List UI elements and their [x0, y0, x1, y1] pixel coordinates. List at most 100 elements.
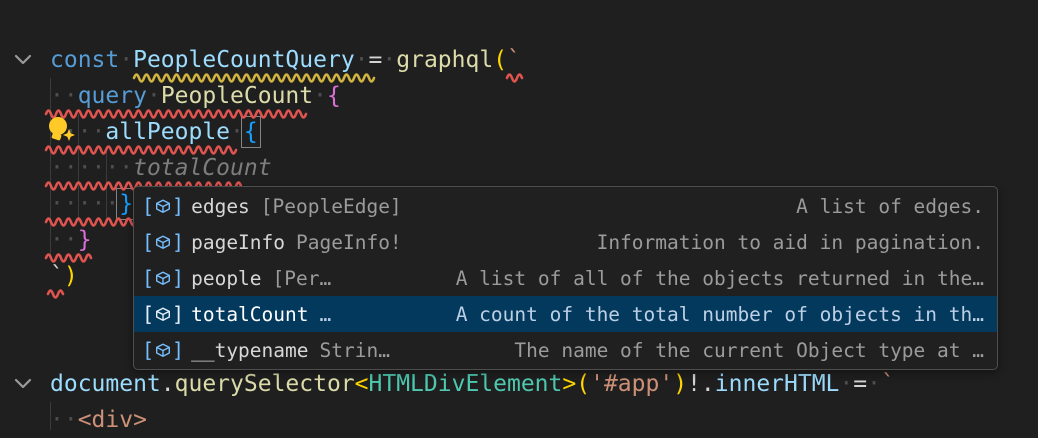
- cube-glyph: [155, 235, 171, 250]
- line-backtick-paren[interactable]: `): [50, 258, 78, 294]
- suggestion-type: Strin…: [320, 339, 390, 362]
- line-close-brace-outer[interactable]: ··}: [50, 222, 92, 258]
- code-token: querySelector: [175, 371, 355, 397]
- code-token: allPeople: [105, 119, 230, 145]
- code-token: `: [507, 47, 521, 73]
- code-token: from: [313, 0, 368, 1]
- code-token: ): [64, 263, 78, 289]
- code-token: ·····: [50, 191, 119, 217]
- code-token: {: [147, 0, 161, 1]
- code-token: import: [50, 0, 133, 1]
- suggestion-detail: A list of all of the objects returned in…: [456, 267, 984, 290]
- line-import-clipped[interactable]: import·{·graphql·}·from·'./gql/graphql': [50, 0, 590, 6]
- code-token: ·: [867, 371, 881, 397]
- fold-chevron-icon[interactable]: [14, 378, 32, 390]
- suggestion-type: PageInfo!: [296, 231, 402, 254]
- suggestion-label: totalCount: [191, 303, 308, 326]
- code-token: const: [50, 47, 119, 73]
- line-div-clipped[interactable]: ··<div>: [50, 402, 147, 438]
- suggestion-detail: Information to aid in pagination.: [597, 231, 984, 254]
- code-token: ·: [272, 0, 286, 1]
- field-icon: []: [142, 196, 184, 216]
- suggestion-type: [Per…: [273, 267, 332, 290]
- line-query-peoplecount[interactable]: ··query·PeopleCount·{: [50, 78, 341, 114]
- code-token: ······: [50, 155, 133, 181]
- code-token: '#app': [590, 371, 673, 397]
- code-token: >: [562, 371, 576, 397]
- code-token: <div>: [78, 407, 147, 433]
- code-token: ·: [133, 0, 147, 1]
- suggestion-label: pageInfo: [191, 231, 285, 254]
- code-token: ··: [50, 407, 78, 433]
- code-token: ·: [147, 83, 161, 109]
- code-token: {: [327, 83, 341, 109]
- suggestion-item-edges[interactable]: [] edges [PeopleEdge] A list of edges.: [134, 188, 997, 224]
- quick-fix-lightbulb-icon[interactable]: [47, 116, 77, 144]
- suggestion-detail: A count of the total number of objects i…: [456, 303, 984, 326]
- line-ghost-totalcount[interactable]: ······totalCount: [50, 150, 272, 186]
- field-icon: []: [142, 232, 184, 252]
- suggestion-item-people[interactable]: [] people [Per… A list of all of the object…: [134, 260, 997, 296]
- code-token: .: [161, 371, 175, 397]
- suggestion-detail: A list of edges.: [796, 195, 984, 218]
- cube-glyph: [155, 199, 171, 214]
- code-token: graphql: [175, 0, 272, 1]
- code-token: ·: [355, 47, 369, 73]
- cube-glyph: [155, 307, 171, 322]
- code-token: ·: [313, 83, 327, 109]
- code-token: document: [50, 371, 161, 397]
- field-icon: []: [142, 340, 184, 360]
- code-token: ·: [299, 0, 313, 1]
- code-token: PeopleCount: [161, 83, 313, 109]
- code-token: query: [78, 83, 147, 109]
- code-token: PeopleCountQuery: [133, 47, 355, 73]
- code-token: }: [119, 191, 133, 217]
- suggestion-item-pageInfo[interactable]: [] pageInfo PageInfo! Information to aid in…: [134, 224, 997, 260]
- code-token: ··: [50, 83, 78, 109]
- code-token: totalCount: [133, 155, 271, 181]
- suggestion-type: [PeopleEdge]: [261, 195, 402, 218]
- suggestion-detail: The name of the current Object type at …: [514, 339, 984, 362]
- code-token: (: [493, 47, 507, 73]
- code-token: ·: [119, 47, 133, 73]
- code-token: ·: [369, 0, 383, 1]
- code-token: ·: [161, 0, 175, 1]
- code-token: =: [853, 371, 867, 397]
- suggestion-item-__typename[interactable]: [] __typename Strin… The name of the curren…: [134, 332, 997, 368]
- code-token: ·: [839, 371, 853, 397]
- fold-chevron-icon[interactable]: [14, 54, 32, 66]
- line-queryselector[interactable]: document.querySelector<HTMLDivElement>('…: [50, 366, 895, 402]
- code-token: ·: [230, 119, 244, 145]
- code-token: ): [673, 371, 687, 397]
- code-token: `: [50, 263, 64, 289]
- code-token: .: [701, 371, 715, 397]
- code-token: {: [244, 119, 258, 145]
- suggestion-label: edges: [191, 195, 250, 218]
- suggestion-label: people: [191, 267, 261, 290]
- code-token: (: [576, 371, 590, 397]
- code-editor[interactable]: import·{·graphql·}·from·'./gql/graphql'c…: [0, 0, 1038, 430]
- field-icon: []: [142, 304, 184, 324]
- field-icon: []: [142, 268, 184, 288]
- suggestion-type: …: [320, 303, 332, 326]
- code-token: graphql: [396, 47, 493, 73]
- code-token: innerHTML: [715, 371, 840, 397]
- code-token: <: [355, 371, 369, 397]
- code-token: './gql/graphql': [382, 0, 590, 1]
- line-allpeople[interactable]: ····allPeople·{: [50, 114, 258, 150]
- line-const-declaration[interactable]: const·PeopleCountQuery·=·graphql(`: [50, 42, 521, 78]
- code-token: ·: [382, 47, 396, 73]
- line-close-brace-inner[interactable]: ·····}: [50, 186, 133, 222]
- cube-glyph: [155, 343, 171, 358]
- code-token: =: [369, 47, 383, 73]
- code-token: }: [78, 227, 92, 253]
- code-token: }: [285, 0, 299, 1]
- code-token: `: [881, 371, 895, 397]
- code-token: ··: [50, 227, 78, 253]
- code-token: !: [687, 371, 701, 397]
- suggestion-label: __typename: [191, 339, 308, 362]
- autocomplete-dropdown[interactable]: [] edges [PeopleEdge] A list of edges. [] pag…: [133, 186, 998, 370]
- cube-glyph: [155, 271, 171, 286]
- suggestion-item-totalCount[interactable]: [] totalCount … A count of the total number…: [134, 296, 997, 332]
- code-token: HTMLDivElement: [369, 371, 563, 397]
